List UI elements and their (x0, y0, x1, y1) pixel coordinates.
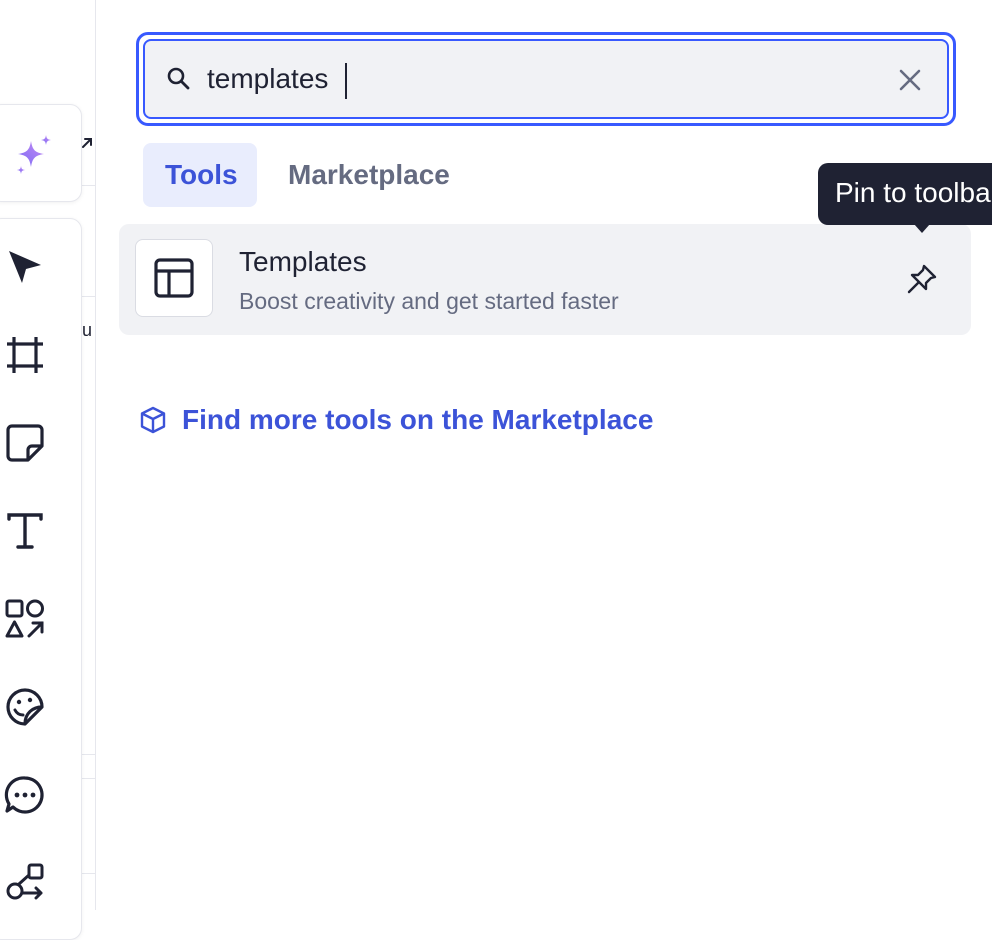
text-caret (345, 63, 347, 99)
search-box[interactable] (136, 32, 956, 126)
layout-icon (154, 258, 194, 298)
marketplace-link[interactable]: Find more tools on the Marketplace (138, 404, 653, 436)
tooltip-arrow (914, 224, 930, 233)
divider (80, 778, 95, 779)
sticky-note-icon[interactable] (3, 421, 47, 465)
ai-sparkle-icon[interactable] (13, 133, 57, 177)
select-cursor-icon[interactable] (3, 245, 47, 289)
tooltip: Pin to toolbar (818, 163, 992, 225)
diagram-tool[interactable] (1, 859, 49, 907)
sticky-note-tool[interactable] (1, 419, 49, 467)
marketplace-link-label[interactable]: Find more tools on the Marketplace (182, 404, 653, 436)
tools-card (0, 218, 82, 940)
divider (80, 873, 95, 874)
ai-assistant-card[interactable] (0, 104, 82, 202)
search-input[interactable] (207, 57, 867, 101)
result-thumbnail (135, 239, 213, 317)
text-tool[interactable] (1, 507, 49, 555)
search-field[interactable] (143, 39, 949, 119)
diagram-icon[interactable] (3, 861, 47, 905)
text-icon[interactable] (3, 509, 47, 553)
comment-tool[interactable] (1, 771, 49, 819)
partial-text: u (82, 320, 93, 340)
arrow-up-right-icon (82, 138, 92, 148)
shapes-tool[interactable] (1, 595, 49, 643)
close-icon[interactable] (895, 65, 925, 95)
tab-marketplace[interactable]: Marketplace (266, 143, 472, 207)
tab-tools[interactable]: Tools (143, 143, 257, 207)
result-description: Boost creativity and get started faster (239, 288, 619, 314)
cube-icon (140, 406, 166, 434)
sticker-icon[interactable] (3, 685, 47, 729)
select-tool[interactable] (1, 243, 49, 291)
sticker-tool[interactable] (1, 683, 49, 731)
divider (80, 754, 95, 755)
tooltip-text: Pin to toolbar (835, 177, 992, 208)
pin-icon[interactable] (905, 262, 939, 296)
search-icon (167, 67, 190, 90)
left-toolbar: u (0, 0, 96, 940)
shapes-icon[interactable] (3, 597, 47, 641)
comment-icon[interactable] (3, 773, 47, 817)
frame-tool[interactable] (1, 331, 49, 379)
result-item-templates[interactable]: Templates Boost creativity and get start… (119, 224, 971, 335)
divider (80, 296, 95, 297)
frame-icon[interactable] (3, 333, 47, 377)
divider (80, 185, 95, 186)
result-title: Templates (239, 246, 367, 277)
